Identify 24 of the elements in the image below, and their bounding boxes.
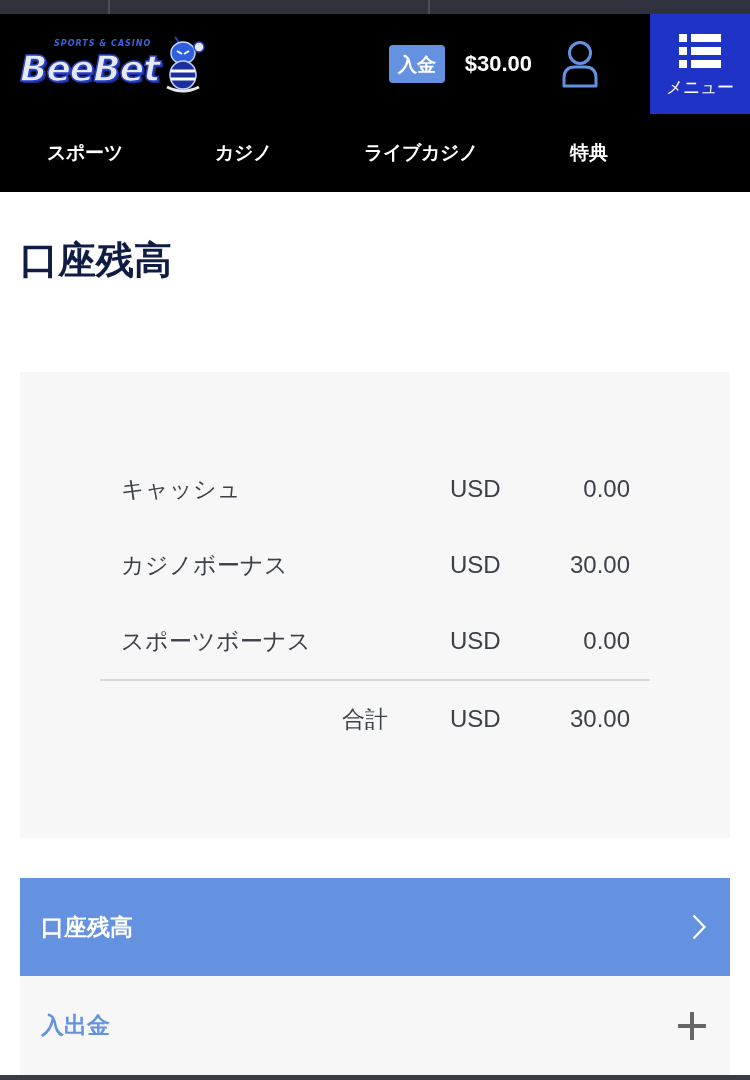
balance-value: 0.00	[583, 475, 630, 503]
balance-label: キャッシュ	[121, 474, 241, 504]
balance-value: 30.00	[569, 551, 630, 579]
logo-tagline: SPORTS & CASINO	[54, 39, 152, 49]
total-label: 合計	[342, 704, 388, 734]
balance-amount: $30.00	[464, 51, 532, 77]
chevron-right-icon	[692, 914, 706, 940]
currency-code: USD	[450, 551, 501, 579]
currency-code: USD	[450, 475, 501, 503]
balance-label: カジノボーナス	[121, 550, 288, 580]
logo-wordmark[interactable]: BeeBet	[20, 49, 160, 89]
currency-code: USD	[450, 705, 501, 733]
nav-link[interactable]: スポーツ	[47, 140, 123, 166]
menu-button[interactable]: メニュー	[650, 14, 750, 114]
nav-link[interactable]: ライブカジノ	[364, 140, 478, 166]
currency-code: USD	[450, 627, 501, 655]
page-title: 口座残高	[20, 237, 173, 284]
menu-icon	[679, 33, 721, 68]
balance-value: 0.00	[583, 627, 630, 655]
balance-label: スポーツボーナス	[121, 626, 311, 656]
user-icon[interactable]	[562, 40, 598, 88]
nav-link[interactable]: カジノ	[215, 140, 272, 166]
nav-link[interactable]: 特典	[570, 140, 608, 166]
total-value: 30.00	[569, 705, 630, 733]
